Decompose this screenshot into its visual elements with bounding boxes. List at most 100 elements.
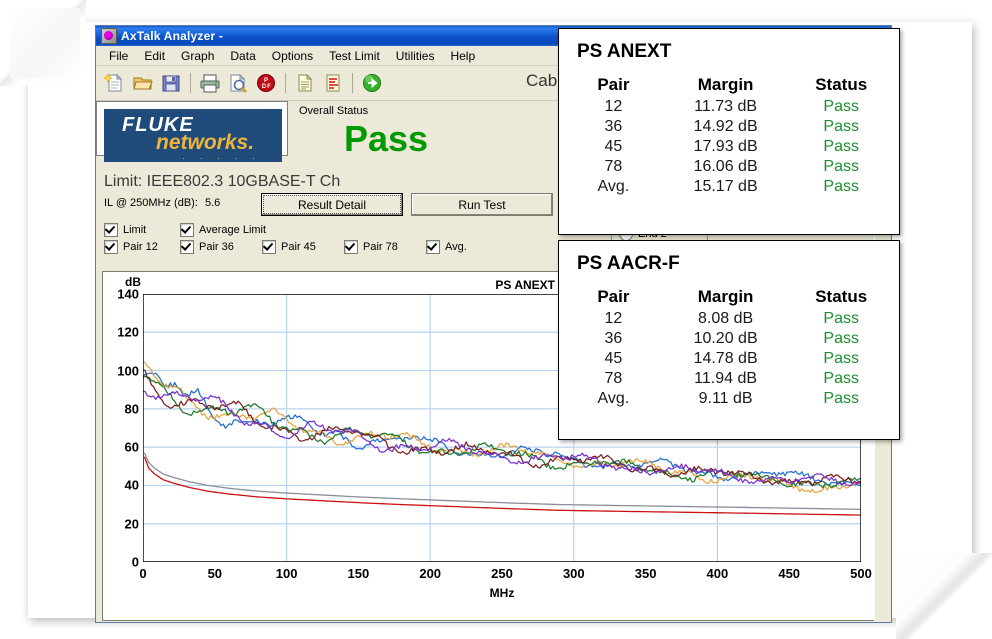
menu-data[interactable]: Data: [222, 47, 263, 65]
cell-pair: 78: [604, 370, 623, 387]
checkbox-pair-36-box: [180, 240, 194, 254]
overall-status-value: Pass: [343, 118, 429, 159]
cell-status: Pass: [823, 118, 859, 135]
table-row: 12 11.73 dB Pass: [559, 97, 899, 117]
insertion-loss-value: 5.6: [204, 197, 221, 209]
corner-fold-inner: [10, 8, 80, 78]
table-row: 78 16.06 dB Pass: [559, 157, 899, 177]
cell-status: Pass: [823, 98, 859, 115]
cell-margin: 17.93 dB: [693, 138, 758, 155]
chart-title: PS ANEXT: [495, 278, 555, 292]
checkbox-pair-78-box: [344, 240, 358, 254]
ps-anext-results-panel: PS ANEXT Pair Margin Status 12 11.73 dB Pa…: [558, 28, 900, 235]
app-icon: [101, 28, 117, 44]
menu-utilities[interactable]: Utilities: [388, 47, 443, 65]
cell-pair: 45: [604, 350, 623, 367]
cell-status: Pass: [823, 390, 859, 407]
table-row: 78 11.94 dB Pass: [559, 369, 899, 389]
menu-file[interactable]: File: [101, 47, 136, 65]
svg-text:D: D: [262, 84, 267, 90]
cell-margin: 11.94 dB: [694, 370, 758, 387]
chart-report-icon[interactable]: [320, 70, 346, 96]
ps-aacrf-results-panel: PS AACR-F Pair Margin Status 12 8.08 dB Pa…: [558, 240, 900, 440]
corner-fold-bottom-right: [896, 553, 992, 639]
checkbox-pair-12[interactable]: Pair 12: [104, 240, 158, 254]
checkbox-pair-78-label: Pair 78: [363, 241, 398, 253]
run-test-button[interactable]: Run Test: [411, 193, 553, 216]
chart-y-tick: 60: [124, 439, 139, 455]
ps-aacrf-table: Pair Margin Status 12 8.08 dB Pass 36 10.20…: [559, 285, 899, 409]
cell-status: Pass: [823, 350, 859, 367]
new-icon[interactable]: [102, 70, 128, 96]
print-icon[interactable]: [197, 70, 223, 96]
toolbar-separator: [190, 73, 191, 93]
ps-aacrf-title: PS AACR-F: [577, 253, 680, 274]
menu-edit[interactable]: Edit: [136, 47, 173, 65]
checkbox-pair-12-label: Pair 12: [123, 241, 158, 253]
checkbox-pair-12-box: [104, 240, 118, 254]
cell-margin: 16.06 dB: [693, 158, 758, 175]
checkbox-limit-label: Limit: [123, 224, 147, 236]
menu-options[interactable]: Options: [264, 47, 321, 65]
checkbox-pair-36[interactable]: Pair 36: [180, 240, 234, 254]
print-preview-icon[interactable]: [225, 70, 251, 96]
table-row: 45 14.78 dB Pass: [559, 349, 899, 369]
cell-pair: 78: [604, 158, 623, 175]
checkbox-avg[interactable]: Avg.: [426, 240, 467, 254]
result-detail-button[interactable]: Result Detail: [261, 193, 403, 216]
chart-x-tick: 450: [778, 566, 801, 581]
chart-x-tick: 50: [207, 566, 223, 581]
chart-y-tick: 100: [117, 363, 139, 379]
chart-x-tick: 250: [491, 566, 513, 581]
table-row: Avg. 9.11 dB Pass: [559, 389, 899, 409]
ps-aacrf-header-margin: Margin: [697, 287, 754, 306]
checkbox-pair-78[interactable]: Pair 78: [344, 240, 398, 254]
pdf-export-icon[interactable]: P D F: [253, 70, 279, 96]
open-folder-icon[interactable]: [130, 70, 156, 96]
checkbox-avg-label: Avg.: [445, 241, 467, 253]
chart-x-tick: 300: [562, 566, 585, 581]
menu-test-limit[interactable]: Test Limit: [321, 47, 388, 65]
svg-text:F: F: [267, 84, 271, 90]
checkbox-average-limit-label: Average Limit: [199, 224, 267, 236]
brand-line-2: networks.: [156, 131, 255, 154]
checkbox-pair-45-label: Pair 45: [281, 241, 316, 253]
chart-x-tick: 500: [850, 566, 872, 581]
cell-margin: 11.73 dB: [694, 98, 758, 115]
overall-status-label: Overall Status: [296, 105, 372, 117]
menu-help[interactable]: Help: [442, 47, 483, 65]
checkbox-average-limit[interactable]: Average Limit: [180, 223, 266, 237]
cell-status: Pass: [823, 330, 859, 347]
ps-anext-header-status: Status: [815, 75, 868, 94]
checkbox-pair-36-label: Pair 36: [199, 241, 234, 253]
cell-margin: 10.20 dB: [693, 330, 758, 347]
checkbox-avg-box: [426, 240, 440, 254]
cell-margin: 15.17 dB: [693, 178, 758, 195]
limit-text: Limit: IEEE802.3 10GBASE-T Ch: [104, 173, 341, 190]
cell-pair: 12: [604, 98, 623, 115]
checkbox-pair-45-box: [262, 240, 276, 254]
checkbox-pair-45[interactable]: Pair 45: [262, 240, 316, 254]
checkbox-limit-box: [104, 223, 118, 237]
chart-x-tick: 400: [706, 566, 729, 581]
checkbox-limit[interactable]: Limit: [104, 223, 146, 237]
chart-y-tick: 140: [117, 286, 139, 302]
chart-x-tick: 0: [139, 566, 147, 581]
insertion-loss-line: IL @ 250MHz (dB): 5.6: [104, 197, 220, 209]
cell-status: Pass: [823, 158, 859, 175]
page-root: AxTalk Analyzer - File Edit Graph Data O…: [0, 0, 992, 639]
menu-graph[interactable]: Graph: [173, 47, 222, 65]
ps-aacrf-header-status: Status: [815, 287, 868, 306]
cell-margin: 8.08 dB: [698, 310, 754, 327]
ps-aacrf-header-pair: Pair: [597, 287, 630, 306]
table-row: 45 17.93 dB Pass: [559, 137, 899, 157]
report-icon[interactable]: [292, 70, 318, 96]
save-icon[interactable]: [158, 70, 184, 96]
cell-pair: 36: [604, 118, 623, 135]
chart-x-axis-title: MHz: [489, 586, 515, 600]
run-go-icon[interactable]: [359, 70, 385, 96]
chart-x-tick: 100: [275, 566, 298, 581]
cell-margin: 14.78 dB: [693, 350, 758, 367]
chart-y-tick: 0: [131, 554, 139, 570]
table-row: Avg. 15.17 dB Pass: [559, 177, 899, 197]
